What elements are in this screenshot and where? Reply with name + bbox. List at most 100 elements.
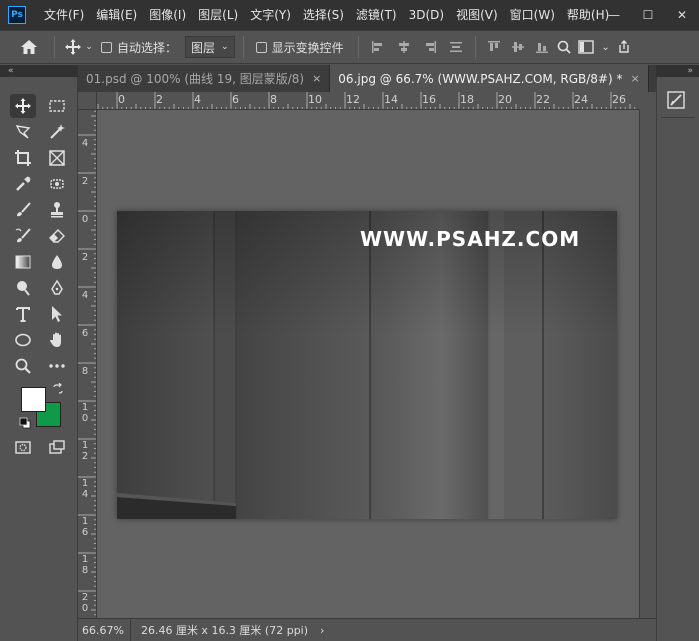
more-tools-icon[interactable] [44,354,70,378]
close-icon[interactable]: × [312,72,321,85]
dodge-tool-icon[interactable] [10,276,36,300]
ruler-label: 12 [346,93,360,106]
adjustment-icon[interactable] [665,89,687,111]
panel-collapse[interactable]: » [656,65,699,77]
vertical-scrollbar[interactable] [639,110,656,618]
search-icon[interactable] [554,30,574,64]
menu-filter[interactable]: 滤镜(T) [350,0,403,30]
auto-select-target-dropdown[interactable]: 图层 ⌄ [185,36,235,58]
workspace-icon[interactable] [574,30,598,64]
chevron-right-icon[interactable]: › [320,624,324,637]
magic-wand-tool-icon[interactable] [44,120,70,144]
tab-01-psd[interactable]: 01.psd @ 100% (曲线 19, 图层蒙版/8) × [78,65,331,92]
menu-file[interactable]: 文件(F) [38,0,90,30]
zoom-level-field[interactable]: 66.67% [78,619,131,641]
chevron-down-icon[interactable]: ⌄ [598,30,614,64]
marquee-tool-icon[interactable] [44,94,70,118]
hand-tool-icon[interactable] [44,328,70,352]
tab-06-jpg[interactable]: 06.jpg @ 66.7% (WWW.PSAHZ.COM, RGB/8#) *… [330,65,649,92]
eyedropper-tool-icon[interactable] [10,172,36,196]
toolbar-collapse[interactable]: « [0,65,78,77]
ruler-label: 2 [81,252,89,263]
align-left-icon[interactable] [365,30,391,64]
menu-image[interactable]: 图像(I) [143,0,192,30]
move-tool-icon[interactable] [10,94,36,118]
menu-edit[interactable]: 编辑(E) [90,0,143,30]
align-top-icon[interactable] [482,30,506,64]
ruler-origin[interactable] [78,92,97,110]
crop-tool-icon[interactable] [10,146,36,170]
close-icon[interactable]: × [630,72,639,85]
pen-tool-icon[interactable] [44,276,70,300]
tab-label: 01.psd @ 100% (曲线 19, 图层蒙版/8) [86,72,305,86]
zoom-tool-icon[interactable] [10,354,36,378]
photoshop-logo-icon[interactable]: Ps [8,6,26,24]
canvas-workspace[interactable]: WWW.PSAHZ.COM [97,110,639,618]
blur-tool-icon[interactable] [44,250,70,274]
ruler-label: 4 [81,290,89,301]
show-transform-checkbox[interactable] [255,41,267,53]
chevron-down-icon: ⌄ [221,42,229,52]
menu-view[interactable]: 视图(V) [450,0,504,30]
show-transform-option[interactable]: 显示变换控件 [255,39,344,56]
vertical-ruler[interactable]: 4 2 0 2 4 6 8 1 0 1 2 1 4 1 6 1 8 2 0 [78,110,97,618]
move-tool-preset-icon[interactable]: ⌄ [61,30,97,64]
chevron-down-icon: ⌄ [85,42,93,52]
ruler-label: 10 [308,93,322,106]
divider [357,36,359,58]
screen-mode-icon[interactable] [44,435,70,459]
path-selection-tool-icon[interactable] [44,302,70,326]
canvas-photo [117,211,617,519]
align-right-icon[interactable] [417,30,443,64]
minimize-button[interactable]: — [597,0,631,30]
distribute-vertical-icon[interactable] [443,30,469,64]
menu-select[interactable]: 选择(S) [297,0,350,30]
align-bottom-icon[interactable] [530,30,554,64]
eraser-tool-icon[interactable] [44,224,70,248]
home-icon[interactable] [10,30,48,64]
ruler-label: 2 [156,93,163,106]
auto-select-option[interactable]: 自动选择： [101,39,177,56]
ruler-label: 4 [81,138,89,149]
ruler-label: 6 [232,93,239,106]
gradient-tool-icon[interactable] [10,250,36,274]
close-button[interactable]: ✕ [665,0,699,30]
lasso-tool-icon[interactable] [10,120,36,144]
swap-colors-icon[interactable] [52,382,64,395]
align-middle-icon[interactable] [506,30,530,64]
share-icon[interactable] [614,30,634,64]
align-center-horizontal-icon[interactable] [391,30,417,64]
options-bar: ⌄ 自动选择： 图层 ⌄ 显示变换控件 ⌄ [0,30,699,64]
ruler-label: 1 2 [81,440,89,462]
ruler-label: 16 [422,93,436,106]
divider [474,36,476,58]
default-colors-icon[interactable] [19,417,31,429]
history-brush-tool-icon[interactable] [10,224,36,248]
menu-3d[interactable]: 3D(D) [403,0,450,30]
menu-type[interactable]: 文字(Y) [244,0,297,30]
ruler-label: 14 [384,93,398,106]
menu-window[interactable]: 窗口(W) [504,0,561,30]
panel-divider [661,117,695,118]
ruler-label: 20 [498,93,512,106]
foreground-color-swatch[interactable] [21,387,46,412]
brush-tool-icon[interactable] [10,198,36,222]
maximize-button[interactable]: ☐ [631,0,665,30]
menu-layer[interactable]: 图层(L) [192,0,244,30]
spot-healing-tool-icon[interactable] [44,172,70,196]
type-tool-icon[interactable] [10,302,36,326]
document-canvas[interactable]: WWW.PSAHZ.COM [117,211,617,519]
clone-stamp-tool-icon[interactable] [44,198,70,222]
menu-bar: Ps 文件(F) 编辑(E) 图像(I) 图层(L) 文字(Y) 选择(S) 滤… [0,0,699,30]
ruler-label: 26 [612,93,626,106]
frame-tool-icon[interactable] [44,146,70,170]
auto-select-checkbox[interactable] [101,41,112,53]
ruler-label: 8 [270,93,277,106]
quick-mask-icon[interactable] [10,435,36,459]
ruler-label: 1 0 [81,402,89,424]
horizontal-ruler[interactable]: 0 2 4 6 8 10 12 14 16 18 20 22 24 26 [97,92,639,110]
window-controls: — ☐ ✕ [597,0,699,30]
ruler-label: 1 4 [81,478,89,500]
ellipse-tool-icon[interactable] [10,328,36,352]
ruler-label: 1 8 [81,554,89,576]
